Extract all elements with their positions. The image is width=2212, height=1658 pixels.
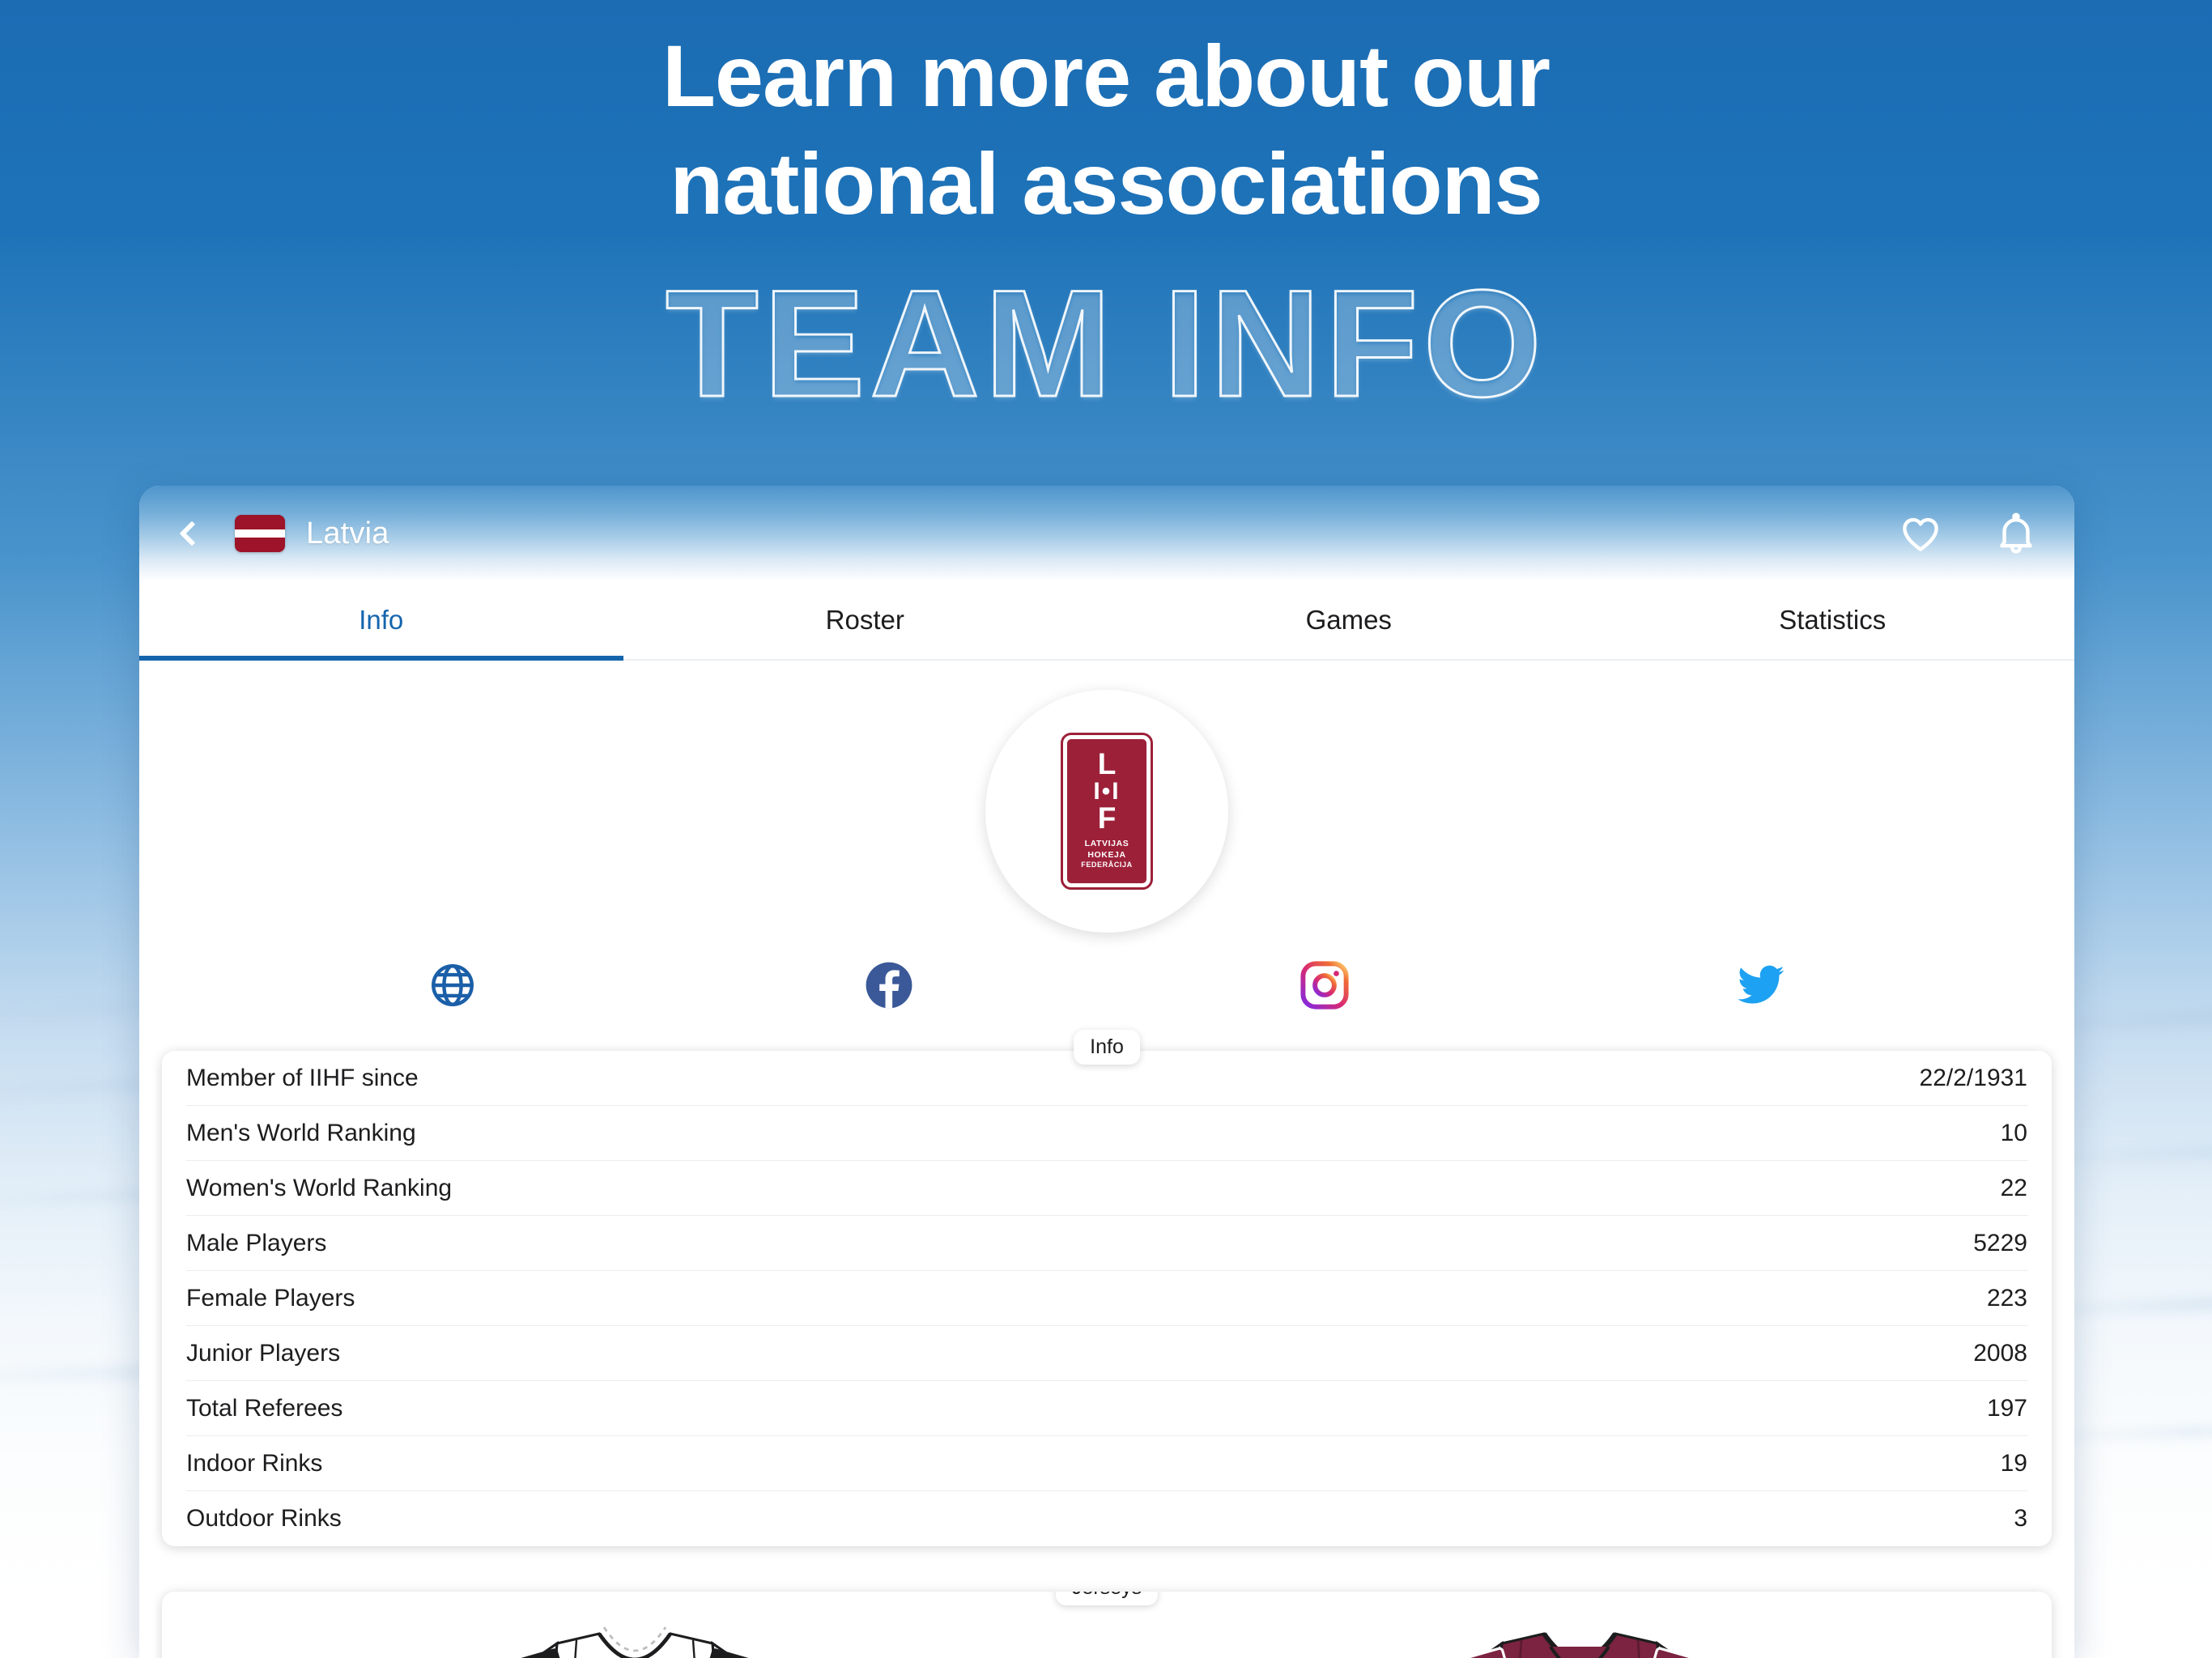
row-label: Indoor Rinks: [186, 1449, 323, 1477]
row-label: Male Players: [186, 1229, 327, 1256]
jersey-dark[interactable]: [1107, 1608, 2052, 1658]
lhf-logo-icon: L I•I F LATVIJAS HOKEJA FEDERĀCIJA: [1061, 733, 1153, 890]
tab-bar: Info Roster Games Statistics: [139, 581, 2074, 661]
row-value: 22: [2000, 1174, 2027, 1201]
hero-line-1: Learn more about our: [661, 27, 1551, 125]
tab-content-info: L I•I F LATVIJAS HOKEJA FEDERĀCIJA Info …: [139, 661, 2074, 1658]
instagram-icon[interactable]: [1107, 960, 1543, 1010]
row-value: 197: [1986, 1394, 2027, 1422]
association-crest: L I•I F LATVIJAS HOKEJA FEDERĀCIJA: [985, 690, 1228, 933]
table-row: Men's World Ranking 10: [186, 1106, 2027, 1161]
tab-statistics[interactable]: Statistics: [1591, 581, 2075, 659]
association-crest-wrap: L I•I F LATVIJAS HOKEJA FEDERĀCIJA: [154, 661, 2060, 933]
crest-wordmark: LATVIJAS HOKEJA FEDERĀCIJA: [1081, 839, 1133, 869]
team-title: Latvia: [306, 516, 389, 551]
row-value: 10: [2000, 1119, 2027, 1146]
chevron-left-icon: [179, 521, 205, 546]
jersey-white[interactable]: [162, 1608, 1107, 1658]
latvia-flag-icon: [235, 515, 285, 552]
tab-roster[interactable]: Roster: [623, 581, 1108, 659]
row-value: 2008: [1973, 1339, 2027, 1367]
row-value: 223: [1986, 1284, 2027, 1312]
info-card-title: Info: [1074, 1030, 1140, 1065]
table-row: Indoor Rinks 19: [186, 1436, 2027, 1491]
crest-word-3: FEDERĀCIJA: [1081, 860, 1133, 869]
back-button[interactable]: [162, 506, 217, 561]
row-label: Women's World Ranking: [186, 1174, 453, 1201]
tab-info[interactable]: Info: [139, 581, 623, 661]
facebook-icon[interactable]: [671, 960, 1108, 1010]
table-row: Outdoor Rinks 3: [186, 1491, 2027, 1546]
app-header-bar: Latvia: [139, 486, 2074, 581]
row-value: 5229: [1973, 1229, 2027, 1256]
row-value: 3: [2014, 1505, 2027, 1532]
row-label: Member of IIHF since: [186, 1064, 419, 1091]
info-row-list: Member of IIHF since 22/2/1931 Men's Wor…: [162, 1051, 2052, 1546]
table-row: Women's World Ranking 22: [186, 1161, 2027, 1216]
crest-word-2: HOKEJA: [1087, 849, 1126, 860]
outline-title: TEAM INFO: [665, 258, 1546, 428]
crest-letter-top: L: [1097, 747, 1117, 780]
social-links: [154, 933, 2060, 1010]
twitter-icon[interactable]: [1543, 960, 1980, 1010]
page-root: Learn more about our national associatio…: [0, 0, 2212, 1658]
website-icon[interactable]: [235, 960, 671, 1010]
row-value: 19: [2000, 1449, 2027, 1477]
row-label: Outdoor Rinks: [186, 1505, 342, 1532]
row-label: Total Referees: [186, 1394, 343, 1422]
table-row: Junior Players 2008: [186, 1326, 2027, 1381]
table-row: Male Players 5229: [186, 1216, 2027, 1271]
table-row: Total Referees 197: [186, 1381, 2027, 1436]
bell-icon[interactable]: [1993, 511, 2039, 556]
crest-letter-bottom: F: [1097, 801, 1117, 835]
tab-games[interactable]: Games: [1107, 581, 1591, 659]
jerseys-card: Jerseys: [162, 1592, 2052, 1658]
row-label: Men's World Ranking: [186, 1119, 416, 1146]
info-card: Info Member of IIHF since 22/2/1931 Men'…: [162, 1030, 2052, 1546]
row-label: Female Players: [186, 1284, 355, 1312]
jerseys-card-title: Jerseys: [1055, 1592, 1159, 1605]
row-value: 22/2/1931: [1919, 1064, 2027, 1091]
app-header-actions: [1898, 511, 2039, 556]
app-panel: Latvia Info Roster Games Statistics L I•…: [139, 486, 2074, 1658]
heart-icon[interactable]: [1898, 511, 1943, 556]
crest-word-1: LATVIJAS: [1084, 839, 1129, 849]
hero-line-2: national associations: [670, 134, 1542, 232]
hero-heading: Learn more about our national associatio…: [0, 23, 2212, 238]
row-label: Junior Players: [186, 1339, 341, 1367]
table-row: Female Players 223: [186, 1271, 2027, 1326]
